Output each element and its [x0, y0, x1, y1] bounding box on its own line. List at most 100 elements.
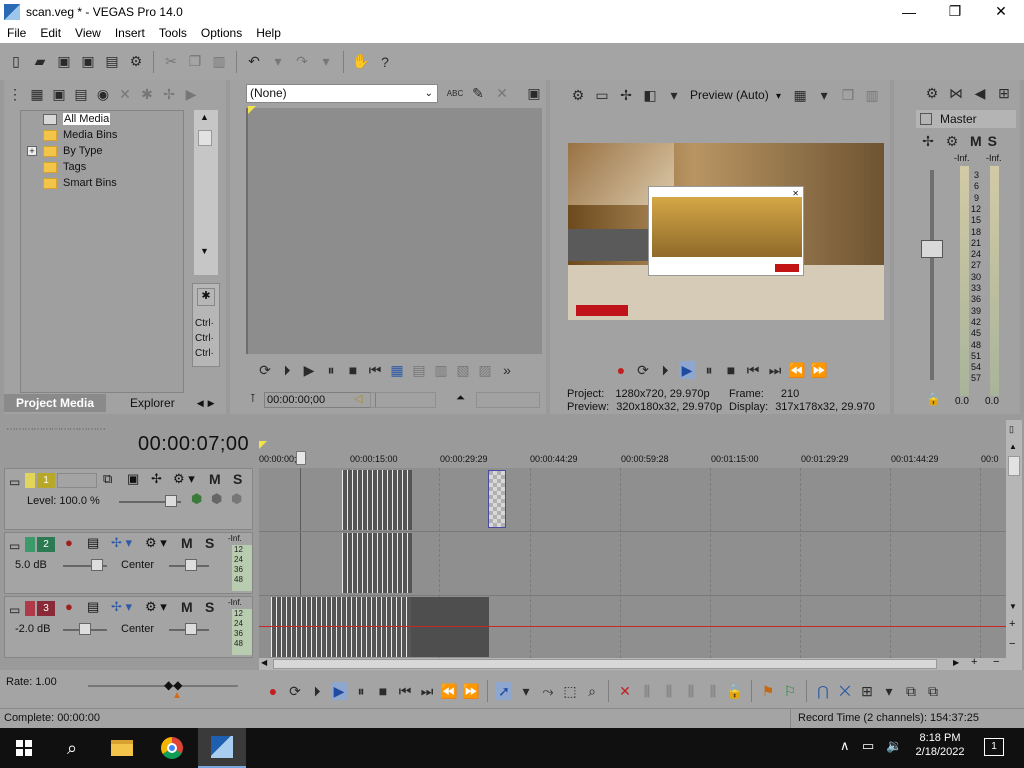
track-name-field[interactable] — [57, 473, 97, 488]
tree-item-by-type[interactable]: + By Type — [27, 145, 103, 157]
scroll-thumb[interactable] — [198, 130, 212, 146]
play-icon[interactable]: ▶ — [679, 361, 695, 379]
start-button[interactable] — [0, 728, 48, 768]
save-icon[interactable]: ▣ — [55, 53, 73, 71]
tree-item-tags[interactable]: Tags — [43, 161, 86, 173]
audio-routing-icon[interactable]: ✢ ▾ — [111, 535, 132, 551]
track-settings-gear-icon[interactable]: ⚙ ▾ — [145, 535, 167, 551]
playhead-handle[interactable] — [296, 451, 306, 465]
track-fx-icon[interactable]: ▤ — [87, 535, 99, 551]
go-to-end-icon[interactable]: ⏭ — [419, 682, 435, 700]
previous-frame-icon[interactable]: ⏪ — [788, 361, 805, 379]
media-import-icon[interactable]: ▦ — [29, 85, 45, 103]
remove-media-icon[interactable]: ✕ — [117, 85, 133, 103]
ignore-grouping-icon[interactable]: ⧉ — [925, 682, 941, 700]
minimize-button[interactable]: — — [886, 0, 932, 23]
lock-event-icon[interactable]: 🔒 — [726, 682, 743, 700]
volume-icon[interactable]: 🔉 — [886, 738, 902, 754]
track-fx-icon[interactable]: ▣ — [127, 471, 139, 487]
master-fader-knob[interactable] — [921, 240, 943, 258]
play-from-start-icon[interactable]: ⏵ — [657, 361, 673, 379]
timeline-ruler[interactable]: 00:00:00;00 00:00:15:00 00:00:29:29 00:0… — [259, 450, 1007, 468]
copy-snapshot-icon[interactable]: ❐ — [839, 86, 857, 104]
arm-record-icon[interactable]: ● — [65, 535, 73, 550]
show-hidden-icons-icon[interactable]: ∧ — [840, 738, 850, 754]
play-icon[interactable]: ▶ — [301, 361, 317, 379]
master-fx-icon[interactable]: ✢ — [919, 132, 937, 150]
expand-plus-icon[interactable]: + — [27, 146, 37, 156]
trimmer-close-icon[interactable]: ✕ — [493, 84, 511, 102]
horizontal-scroll-thumb[interactable] — [273, 659, 937, 669]
media-vertical-scrollbar[interactable]: ▲ ▼ — [194, 110, 218, 275]
open-folder-icon[interactable]: ▰ — [31, 53, 49, 71]
taskbar-vegas-pro[interactable] — [198, 728, 246, 768]
track3-volume-knob[interactable] — [79, 623, 91, 635]
mixer-speaker-icon[interactable]: ◀ — [971, 84, 989, 102]
more-arrow-icon[interactable]: ▶ — [183, 85, 199, 103]
mixer-downmix-icon[interactable]: ⋈ — [947, 84, 965, 102]
tree-item-media-bins[interactable]: Media Bins — [43, 129, 117, 141]
panel-pin-icon[interactable]: ▯ — [1009, 424, 1014, 435]
render-icon[interactable]: ▤ — [103, 53, 121, 71]
stop-icon[interactable]: ■ — [345, 361, 361, 379]
pause-icon[interactable]: ⏸ — [701, 361, 717, 379]
loop-icon[interactable]: ⟳ — [287, 682, 303, 700]
record-icon[interactable]: ● — [265, 682, 281, 700]
track2-pan-knob[interactable] — [185, 559, 197, 571]
tab-prev-icon[interactable]: ◀ — [195, 398, 206, 409]
network-icon[interactable]: ▭ — [862, 738, 874, 754]
media-transfer-icon[interactable]: ✢ — [161, 85, 177, 103]
record-icon[interactable]: ● — [613, 361, 629, 379]
media-get-icon[interactable]: ▤ — [73, 85, 89, 103]
panel-grip-icon[interactable]: ⋮ — [7, 85, 23, 103]
track1-mute-button[interactable]: M — [209, 471, 221, 487]
paste-icon[interactable]: ▥ — [210, 53, 228, 71]
trim-end-icon[interactable]: ⫼ — [661, 682, 677, 700]
stop-icon[interactable]: ■ — [375, 682, 391, 700]
zoom-out-icon[interactable]: − — [1009, 638, 1015, 650]
close-button[interactable]: ✕ — [978, 0, 1024, 23]
transparent-video-clip[interactable] — [488, 470, 506, 528]
more-chevrons-icon[interactable]: » — [499, 361, 515, 379]
properties-gear-icon[interactable]: ⚙ — [127, 53, 145, 71]
compositing-parent-icon[interactable]: ⬢ — [191, 491, 202, 507]
track-minimize-icon[interactable]: ▭ — [9, 603, 20, 617]
taskbar-file-explorer[interactable] — [98, 728, 146, 768]
video-clip-strip[interactable] — [342, 470, 412, 530]
h-zoom-in-icon[interactable]: + — [971, 656, 977, 668]
copy-icon[interactable]: ❐ — [186, 53, 204, 71]
media-fx-icon[interactable]: ✱ — [139, 85, 155, 103]
tree-item-all-media[interactable]: All Media — [43, 113, 111, 125]
mixer-gear-icon[interactable]: ⚙ — [923, 84, 941, 102]
scroll-thumb[interactable] — [1008, 456, 1020, 476]
save-as-icon[interactable]: ▣ — [79, 53, 97, 71]
preview-properties-gear-icon[interactable]: ⚙ — [569, 86, 587, 104]
overwrite-icon[interactable]: ▦ — [389, 361, 405, 379]
menu-edit[interactable]: Edit — [33, 26, 68, 40]
h-zoom-out-icon[interactable]: − — [993, 656, 999, 668]
menu-insert[interactable]: Insert — [108, 26, 152, 40]
overlays-grid-icon[interactable]: ▦ — [791, 86, 809, 104]
master-solo-button[interactable]: S — [988, 133, 997, 149]
go-to-start-icon[interactable]: ⏮ — [745, 361, 761, 379]
insert-icon[interactable]: ▤ — [411, 361, 427, 379]
go-to-end-icon[interactable]: ⏭ — [767, 361, 783, 379]
zoom-tool-icon[interactable]: ⌕ — [584, 682, 600, 700]
insert-marker-icon[interactable]: ⚑ — [760, 682, 776, 700]
pause-icon[interactable]: ⏸ — [323, 361, 339, 379]
track-motion-icon[interactable]: ⧉ — [103, 471, 112, 487]
scroll-up-icon[interactable]: ▲ — [200, 112, 209, 122]
compositing-mode-icon[interactable]: ✢ — [151, 471, 162, 487]
play-icon[interactable]: ▶ — [331, 682, 347, 700]
interactive-tutorial-icon[interactable]: ✋ — [352, 53, 370, 71]
split-view-icon[interactable]: ◧ — [641, 86, 659, 104]
track1-level-knob[interactable] — [165, 495, 177, 507]
track3-pan-knob[interactable] — [185, 623, 197, 635]
loop-icon[interactable]: ⟳ — [257, 361, 273, 379]
go-to-start-icon[interactable]: ⏮ — [397, 682, 413, 700]
scroll-left-icon[interactable]: ◀ — [261, 658, 267, 667]
master-settings-icon[interactable]: ⚙ — [943, 132, 961, 150]
menu-options[interactable]: Options — [194, 26, 249, 40]
audio-routing-icon[interactable]: ✢ ▾ — [111, 599, 132, 615]
audio-clip-track3[interactable] — [271, 597, 489, 657]
